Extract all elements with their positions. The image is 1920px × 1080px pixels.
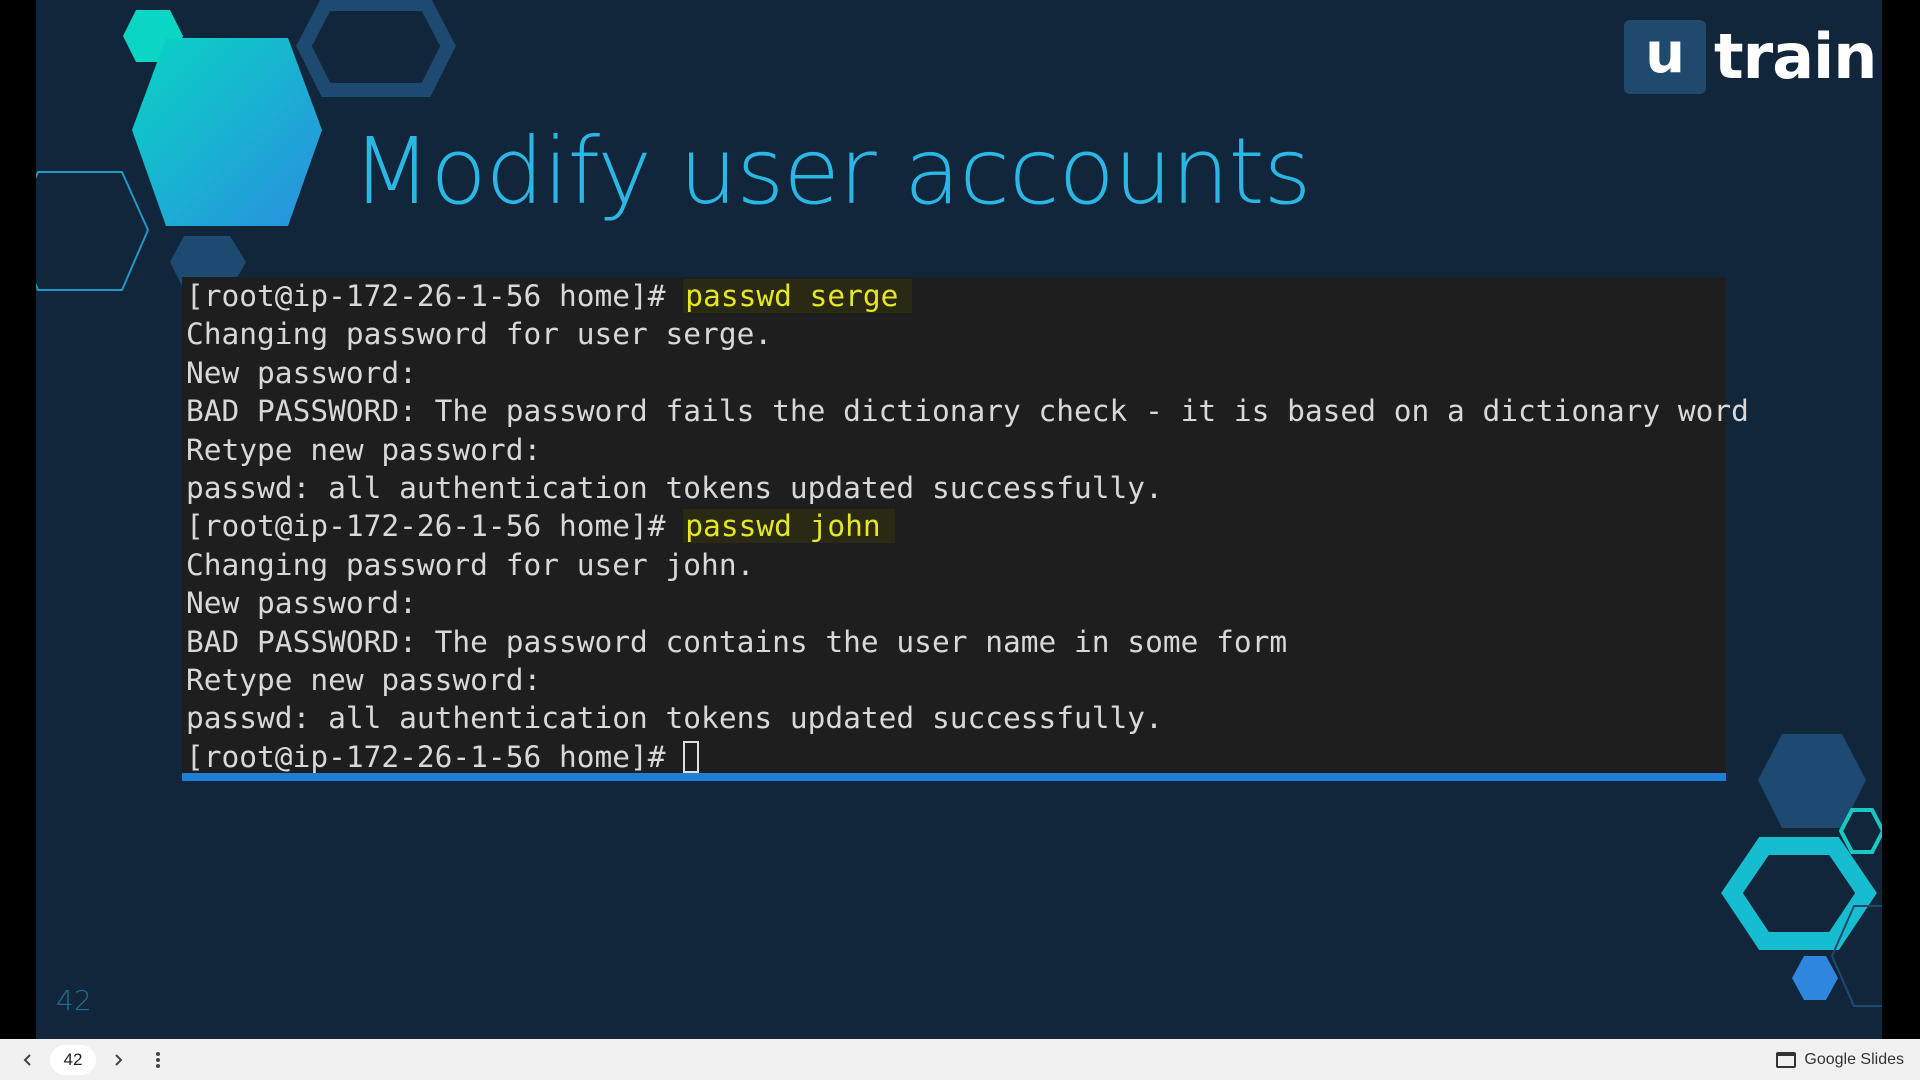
terminal-line: Changing password for user john. [186,546,1726,584]
presentation-toolbar: 42 Google Slides [0,1039,1920,1080]
terminal-line: BAD PASSWORD: The password fails the dic… [186,392,1749,430]
terminal-output: New password: [186,355,417,390]
slide-number: 42 [56,984,92,1017]
chevron-left-icon [23,1053,31,1066]
more-options-button[interactable] [140,1042,176,1078]
terminal-output: passwd: all authentication tokens update… [186,701,1163,736]
terminal-line: [root@ip-172-26-1-56 home]# passwd john [186,507,1726,545]
terminal-line: New password: [186,354,1726,392]
terminal-line: Retype new password: [186,431,1726,469]
terminal-line: Retype new password: [186,661,1726,699]
terminal-line: passwd: all authentication tokens update… [186,699,1726,737]
shell-prompt: [root@ip-172-26-1-56 home]# [186,509,684,544]
terminal-cursor [683,740,700,773]
terminal-output: Changing password for user john. [186,547,755,582]
google-slides-link[interactable]: Google Slides [1776,1051,1904,1069]
slide: Modify user accounts u train [root@ip-17… [36,0,1882,1039]
shell-prompt: [root@ip-172-26-1-56 home]# [186,279,684,313]
terminal-line: New password: [186,584,1726,622]
terminal-line: Changing password for user serge. [186,315,1726,353]
page-number-indicator[interactable]: 42 [50,1044,96,1075]
shell-prompt: [root@ip-172-26-1-56 home]# [186,739,684,774]
terminal-output: Retype new password: [186,432,542,467]
terminal-line: [root@ip-172-26-1-56 home]# passwd serge [186,277,1726,315]
terminal-line: passwd: all authentication tokens update… [186,469,1726,507]
utrain-logo: u train [1624,20,1877,94]
slide-viewport: Modify user accounts u train [root@ip-17… [0,0,1920,1039]
chevron-right-icon [115,1053,123,1066]
terminal-output: New password: [186,586,417,621]
logo-word: train [1714,20,1877,93]
brand-label: Google Slides [1804,1050,1904,1068]
terminal-output: Retype new password: [186,662,542,697]
logo-letter-box: u [1624,20,1706,94]
next-slide-button[interactable] [100,1042,136,1078]
shell-command: passwd john [683,509,895,544]
slides-icon [1776,1051,1797,1068]
terminal-line: BAD PASSWORD: The password contains the … [186,623,1726,661]
terminal-output: BAD PASSWORD: The password fails the dic… [186,394,1749,429]
slide-title: Modify user accounts [352,118,1311,225]
hexagon-decoration-bottom-right [1721,734,1882,1007]
terminal-line: [root@ip-172-26-1-56 home]# [186,738,1726,776]
shell-command: passwd serge [683,279,913,313]
terminal-output: passwd: all authentication tokens update… [186,470,1163,505]
more-vertical-icon [156,1051,160,1068]
terminal-output: BAD PASSWORD: The password contains the … [186,624,1288,659]
previous-slide-button[interactable] [10,1042,46,1078]
terminal-screenshot: [root@ip-172-26-1-56 home]# passwd serge… [182,277,1749,781]
terminal-output: Changing password for user serge. [186,317,773,352]
